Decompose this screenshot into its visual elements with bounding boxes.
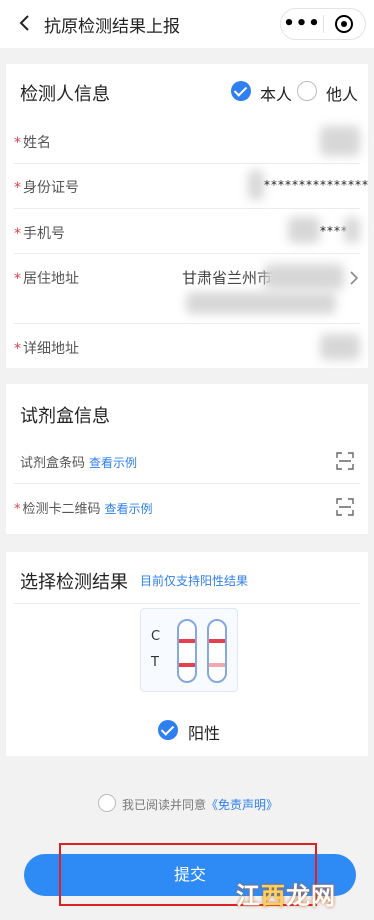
name-row[interactable]: * 姓名: [14, 118, 360, 164]
address-row[interactable]: * 居住地址 甘肃省兰州市: [14, 254, 360, 324]
site-watermark-logo: 江西龙网: [236, 882, 336, 910]
consent-row[interactable]: 我已阅读并同意《免责声明》: [0, 794, 374, 814]
result-support-note: 目前仅支持阳性结果: [140, 574, 249, 588]
control-band: [179, 639, 195, 643]
id-blur-left: [248, 170, 264, 200]
positive-radio-checked-icon[interactable]: [158, 720, 178, 740]
tester-info-card: 检测人信息 本人 他人 * 姓名 * 身份证号 *************** * 手…: [6, 64, 368, 368]
test-band: [179, 663, 195, 667]
self-option-label[interactable]: 本人: [260, 81, 292, 105]
chevron-right-icon: [350, 271, 359, 285]
id-label: 身份证号: [23, 180, 79, 196]
required-mark: *: [14, 135, 21, 151]
name-label: 姓名: [23, 135, 51, 151]
address-value: 甘肃省兰州市: [182, 269, 273, 287]
detail-address-blurred: [320, 334, 360, 360]
positive-result-illustration[interactable]: C T: [140, 608, 238, 692]
id-row[interactable]: * 身份证号 ***************: [14, 164, 368, 209]
page-title: 抗原检测结果上报: [44, 17, 180, 37]
address-blur-2: [186, 292, 336, 314]
phone-row[interactable]: * 手机号 ****: [14, 209, 360, 254]
phone-blur-right: [344, 217, 360, 243]
result-section-title: 选择检测结果: [20, 572, 128, 593]
address-label: 居住地址: [23, 271, 79, 287]
kit-info-card: 试剂盒信息 试剂盒条码 查看示例 * 检测卡二维码 查看示例: [6, 384, 368, 534]
back-arrow-icon[interactable]: [14, 12, 36, 34]
control-line-label: C: [151, 629, 161, 644]
faint-test-band: [209, 663, 225, 667]
test-cassette-1: [177, 619, 197, 683]
more-menu-icon[interactable]: •••: [281, 15, 323, 33]
self-radio-checked-icon[interactable]: [231, 81, 251, 101]
barcode-row[interactable]: 试剂盒条码 查看示例: [14, 438, 360, 484]
mini-program-capsule: •••: [280, 8, 366, 40]
kit-section-title: 试剂盒信息: [20, 406, 110, 427]
qrcode-row[interactable]: * 检测卡二维码 查看示例: [14, 484, 360, 530]
control-band: [209, 639, 225, 643]
phone-label: 手机号: [23, 226, 65, 242]
tester-section-title: 检测人信息: [20, 84, 110, 105]
barcode-label: 试剂盒条码: [20, 456, 86, 471]
scan-barcode-icon[interactable]: [336, 452, 354, 470]
qrcode-label: 检测卡二维码: [22, 502, 101, 517]
detail-address-label: 详细地址: [23, 341, 79, 357]
consent-text: 我已阅读并同意: [122, 798, 207, 812]
qrcode-example-link[interactable]: 查看示例: [105, 502, 153, 516]
result-card: 选择检测结果 目前仅支持阳性结果 C T 阳性: [6, 552, 368, 756]
disclaimer-link[interactable]: 《免责声明》: [206, 798, 278, 812]
barcode-example-link[interactable]: 查看示例: [89, 456, 137, 470]
phone-blur-left: [288, 217, 320, 243]
test-cassette-2: [207, 619, 227, 683]
id-number-masked: ***************: [264, 178, 369, 192]
close-mini-program-icon[interactable]: [324, 15, 365, 33]
name-value-blurred: [320, 126, 360, 156]
other-option-label[interactable]: 他人: [326, 81, 358, 105]
navigation-bar: 抗原检测结果上报 •••: [0, 0, 374, 48]
address-blur-1: [264, 264, 344, 290]
other-radio-icon[interactable]: [297, 81, 317, 101]
scan-qrcode-icon[interactable]: [336, 498, 354, 516]
consent-checkbox-icon[interactable]: [98, 794, 116, 812]
positive-option-label[interactable]: 阳性: [188, 720, 220, 744]
detail-address-row[interactable]: * 详细地址: [14, 324, 360, 368]
divider: [14, 603, 360, 604]
test-line-label: T: [151, 655, 159, 670]
